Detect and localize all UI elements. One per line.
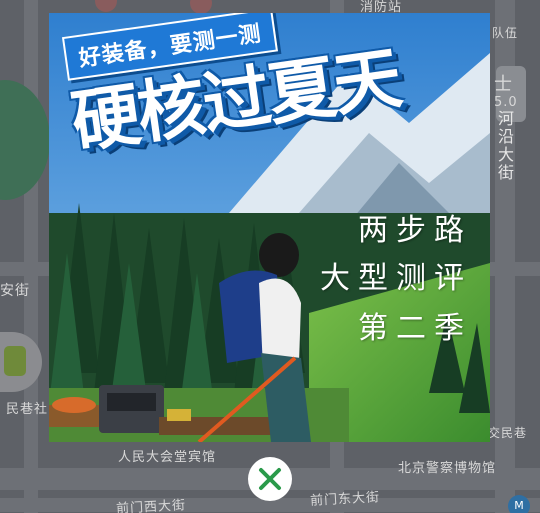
ad-subline: 两步路 — [358, 213, 472, 248]
compass-label: 士 — [494, 74, 513, 95]
map-poi-marker[interactable] — [190, 0, 212, 14]
close-x-icon — [259, 468, 281, 490]
zoom-level: 5.0 — [494, 95, 518, 110]
ad-popup-poster[interactable]: 好装备，要测一测 硬核过夏天 两步路 大型测评 第二季 — [49, 13, 490, 442]
map-label-road-vertical: 河沿大街 — [495, 110, 514, 182]
ad-subline: 第二季 — [358, 311, 472, 346]
map-label-team[interactable]: 队伍 — [492, 24, 518, 41]
map-poi-marker[interactable] — [95, 0, 117, 12]
map-label-an: 安街 — [0, 283, 30, 299]
subway-icon[interactable]: M — [508, 495, 530, 513]
map-label-people: 民巷社 — [6, 402, 49, 417]
map-label-qianmen-east: 前门东大街 — [309, 490, 381, 509]
map-label-qianmen-west: 前门西大街 — [115, 498, 187, 513]
ad-subline: 大型测评 — [320, 261, 472, 296]
close-ad-button[interactable] — [248, 457, 292, 501]
map-label-hall: 人民大会堂宾馆 — [118, 450, 217, 465]
map-park-area — [0, 80, 50, 200]
trash-bin-icon — [4, 346, 26, 376]
map-label-jiao: 交民巷 — [488, 426, 528, 440]
map-label-police-museum: 北京警察博物馆 — [398, 461, 497, 476]
map-road — [24, 0, 38, 513]
